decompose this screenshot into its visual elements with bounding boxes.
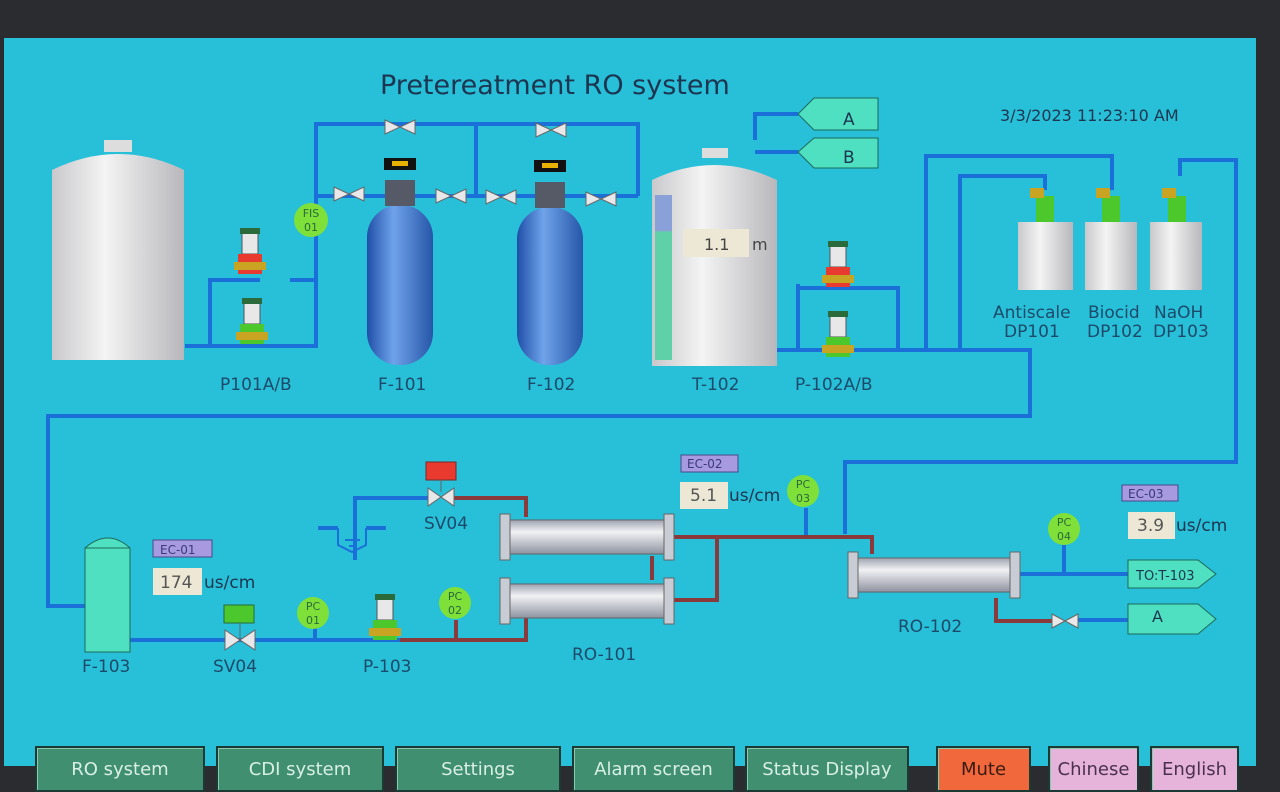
fis01-indicator[interactable]: FIS 01: [294, 203, 328, 237]
dosing-name: Biocid: [1088, 303, 1140, 323]
t102-level-unit: m: [752, 235, 768, 254]
tag-to-t103-label: TO:T-103: [1135, 569, 1195, 584]
ec01-label: EC-01: [160, 543, 196, 557]
tag-a[interactable]: A: [797, 97, 879, 131]
tag-b-label: B: [843, 148, 855, 168]
ec03-unit: us/cm: [1176, 516, 1227, 536]
fis01-line2: 01: [304, 221, 318, 234]
ro102-membrane: [847, 551, 1021, 599]
alarm-screen-button[interactable]: Alarm screen: [572, 746, 735, 792]
pc02-line1: PC: [448, 590, 463, 603]
drain-symbol: [337, 528, 367, 554]
pump-p103: [369, 594, 401, 640]
dosing-tank-dp102: Biocid DP102: [1085, 188, 1143, 342]
pump-p101a: [234, 228, 266, 274]
ec03-label: EC-03: [1128, 487, 1164, 501]
ec02-label: EC-02: [687, 457, 723, 471]
pc04-indicator[interactable]: PC04: [1048, 513, 1080, 545]
chinese-language-button[interactable]: Chinese: [1048, 746, 1139, 792]
filter-f102: [517, 160, 583, 365]
ro101-membrane-1: [499, 513, 675, 561]
status-display-button[interactable]: Status Display: [745, 746, 909, 792]
ro102-label: RO-102: [898, 617, 962, 637]
ec02-unit: us/cm: [729, 486, 780, 506]
sv04-flush-label: SV04: [424, 514, 468, 534]
pc04-line2: 04: [1057, 530, 1071, 543]
tag-a-label: A: [843, 110, 855, 130]
pc02-line2: 02: [448, 604, 462, 617]
tank-t102: 1.1 m: [652, 148, 777, 366]
page-title: Pretereatment RO system: [380, 70, 730, 101]
pump-p102a: [822, 241, 854, 287]
ec02-display: EC-02 5.1 us/cm: [680, 454, 780, 509]
cdi-system-button[interactable]: CDI system: [216, 746, 384, 792]
dosing-code: DP101: [1004, 322, 1060, 342]
t102-level-fill: [655, 231, 672, 360]
settings-button[interactable]: Settings: [395, 746, 561, 792]
pc01-line2: 01: [306, 614, 320, 627]
tank-t102-label: T-102: [691, 375, 739, 395]
filter-f101: [367, 158, 433, 365]
dosing-tank-dp103: NaOH DP103: [1150, 188, 1209, 342]
mute-button[interactable]: Mute: [936, 746, 1031, 792]
pc03-line2: 03: [796, 492, 810, 505]
t102-level-value: 1.1: [704, 235, 729, 254]
ro101-membrane-2: [499, 577, 675, 625]
ro-system-button[interactable]: RO system: [35, 746, 205, 792]
pc03-indicator[interactable]: PC03: [787, 475, 819, 507]
pump-p101-label: P101A/B: [220, 375, 292, 395]
ec01-unit: us/cm: [204, 573, 255, 593]
pc01-line1: PC: [306, 600, 321, 613]
pc04-line1: PC: [1057, 516, 1072, 529]
ec01-value: 174: [160, 573, 192, 593]
tag-to-t103[interactable]: TO:T-103: [1127, 559, 1217, 589]
pc02-indicator[interactable]: PC02: [439, 587, 471, 619]
solenoid-valve-sv04-inlet[interactable]: [223, 604, 256, 651]
process-diagram: Pretereatment RO system 3/3/2023 11:23:1…: [46, 70, 1238, 677]
dosing-name: Antiscale: [993, 303, 1071, 323]
sv04-inlet-label: SV04: [213, 657, 257, 677]
dosing-name: NaOH: [1154, 303, 1203, 323]
filter-f103-label: F-103: [82, 657, 130, 677]
filter-f101-label: F-101: [378, 375, 426, 395]
dosing-code: DP102: [1087, 322, 1143, 342]
tag-a-output-label: A: [1152, 607, 1163, 626]
ro101-label: RO-101: [572, 645, 636, 665]
tag-b[interactable]: B: [797, 137, 879, 169]
raw-water-tank: [52, 140, 184, 360]
fis01-line1: FIS: [303, 207, 320, 220]
solenoid-valve-sv04-flush[interactable]: [425, 461, 457, 507]
english-language-button[interactable]: English: [1150, 746, 1239, 792]
pump-p103-label: P-103: [363, 657, 411, 677]
pc01-indicator[interactable]: PC01: [297, 597, 329, 629]
ec02-value: 5.1: [690, 486, 717, 506]
tag-a-output[interactable]: A: [1127, 603, 1217, 635]
pc03-line1: PC: [796, 478, 811, 491]
pump-p101b: [236, 298, 268, 344]
pump-p102b: [822, 311, 854, 357]
ec01-display: EC-01 174 us/cm: [152, 539, 255, 595]
ec03-display: EC-03 3.9 us/cm: [1121, 484, 1227, 539]
filter-f102-label: F-102: [527, 375, 575, 395]
filter-f103: [84, 537, 131, 653]
ec03-value: 3.9: [1137, 516, 1164, 536]
datetime: 3/3/2023 11:23:10 AM: [1000, 106, 1179, 125]
pump-p102-label: P-102A/B: [795, 375, 872, 395]
hmi-screen: Pretereatment RO system 3/3/2023 11:23:1…: [4, 38, 1256, 792]
dosing-tank-dp101: Antiscale DP101: [993, 188, 1073, 342]
dosing-code: DP103: [1153, 322, 1209, 342]
